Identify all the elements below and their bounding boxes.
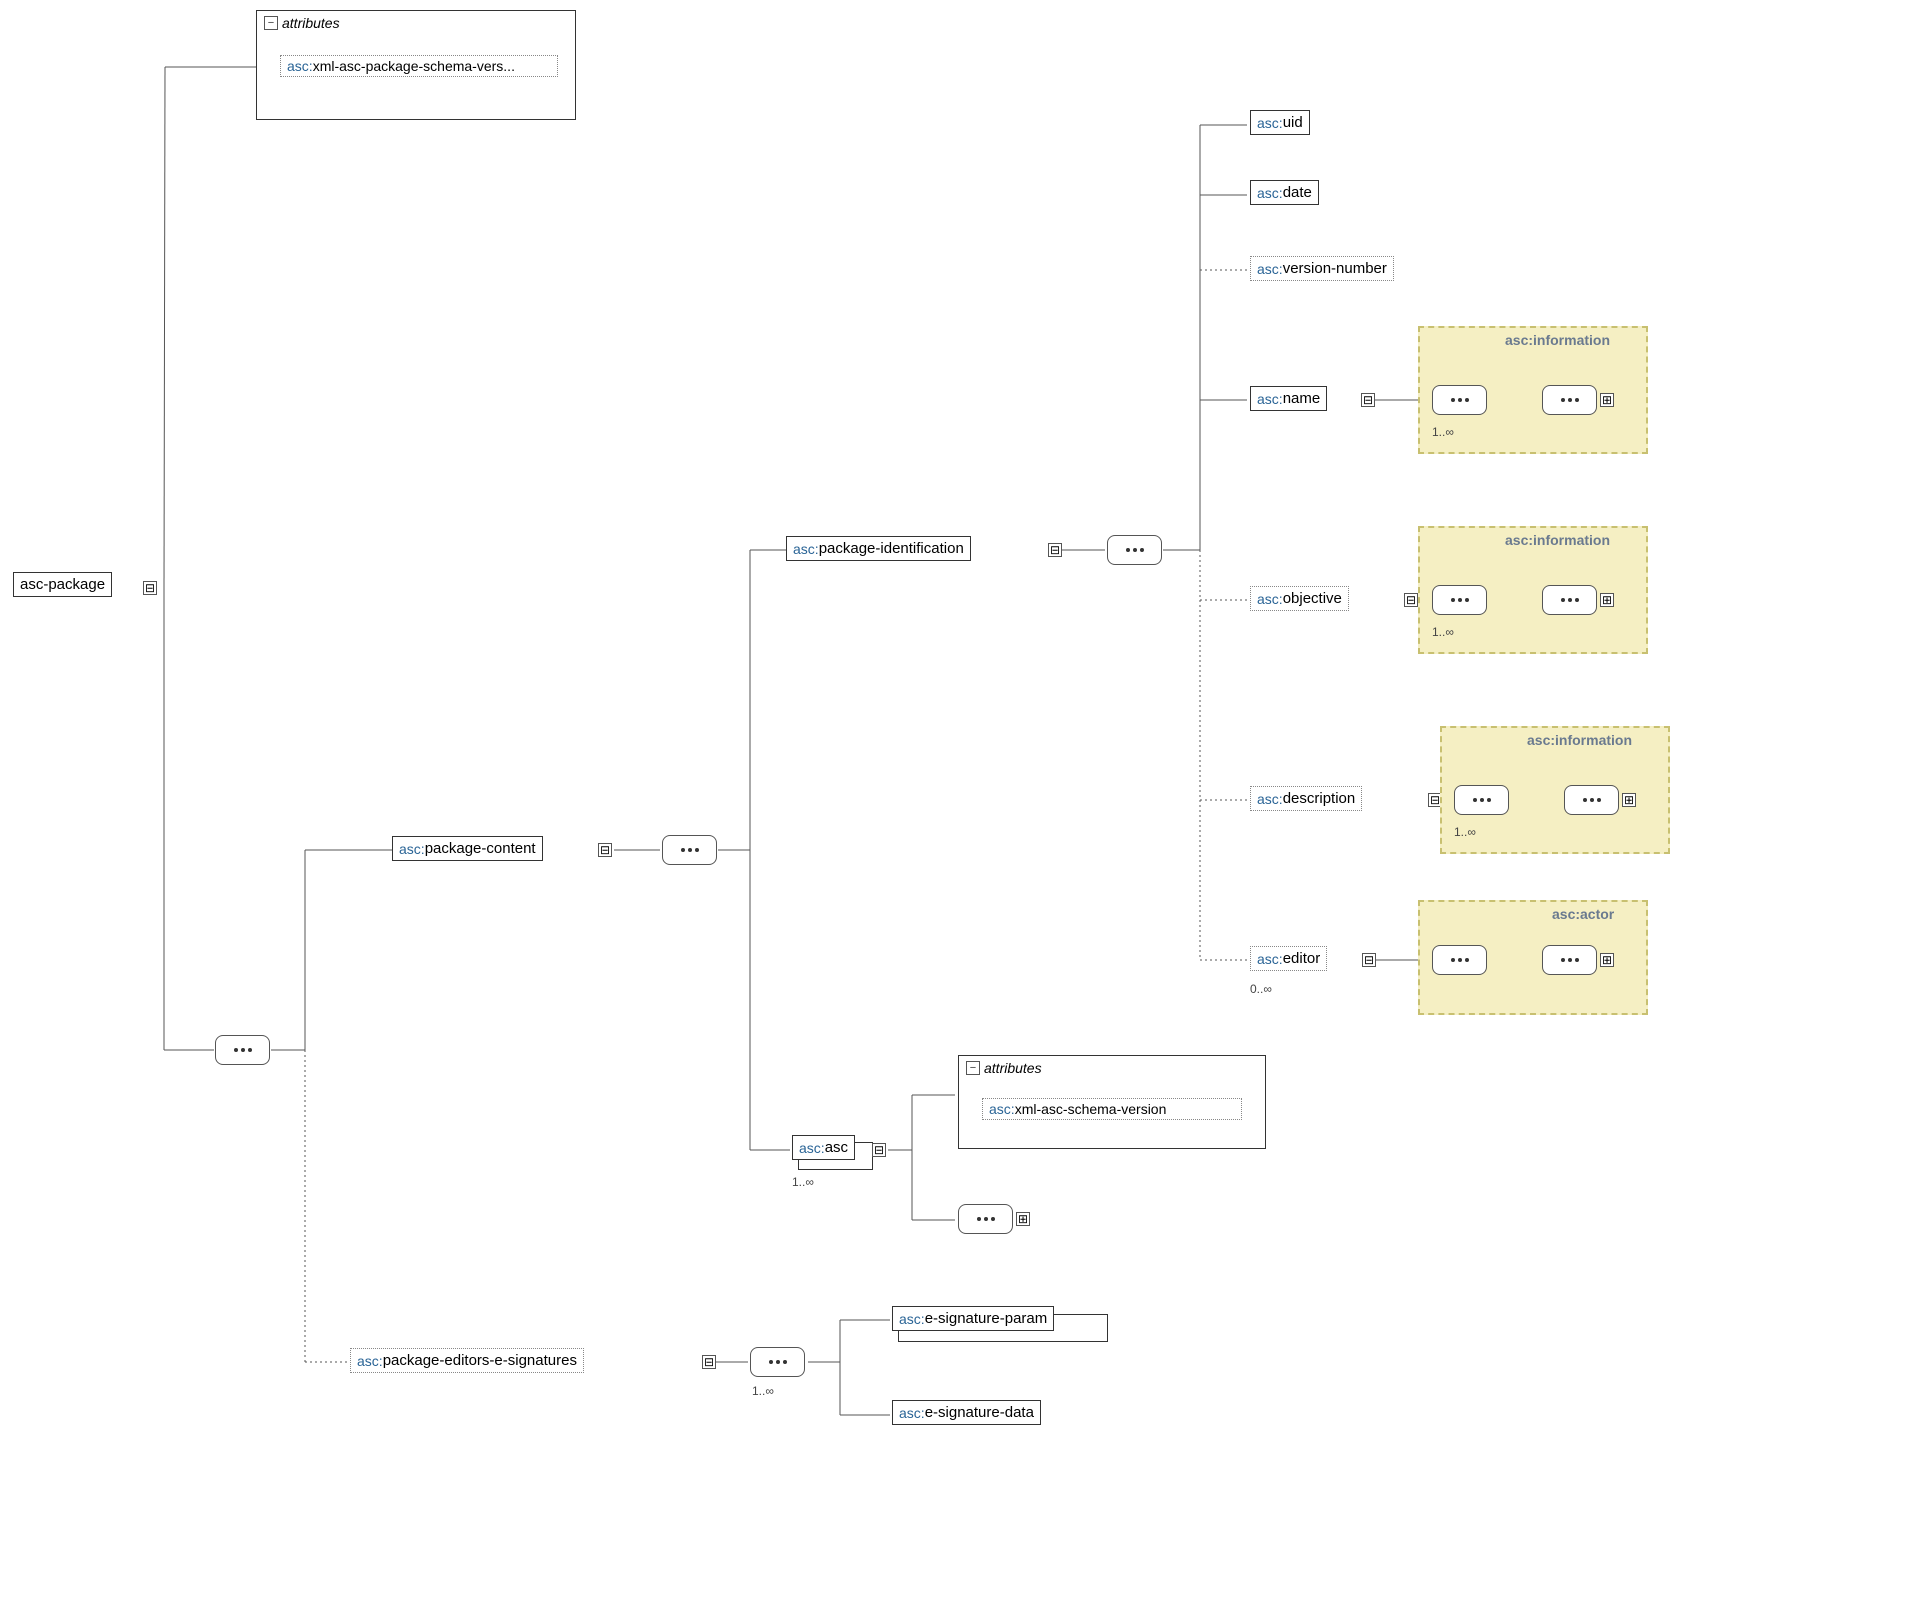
sequence-info2b	[1542, 585, 1597, 615]
expand-icon[interactable]: ⊟	[1404, 593, 1418, 607]
sequence-main	[215, 1035, 270, 1065]
prefix: asc:	[989, 1101, 1015, 1117]
sequence-info2	[1432, 585, 1487, 615]
expand-icon[interactable]: ⊟	[1048, 543, 1062, 557]
prefix: asc:	[1257, 391, 1283, 407]
prefix: asc:	[1257, 591, 1283, 607]
prefix: asc:	[1257, 261, 1283, 277]
sequence-asc-child	[958, 1204, 1013, 1234]
card-info1: 1..∞	[1432, 425, 1454, 439]
card-asc: 1..∞	[792, 1175, 814, 1189]
expand-icon[interactable]: ⊟	[598, 843, 612, 857]
attributes-title-1: attributes	[282, 15, 340, 31]
prefix: asc:	[399, 841, 425, 857]
node-package-content: asc:package-content	[392, 836, 543, 861]
label-editor: editor	[1283, 950, 1321, 967]
prefix: asc:	[1257, 791, 1283, 807]
node-date: asc:date	[1250, 180, 1319, 205]
node-e-signature-data: asc:e-signature-data	[892, 1400, 1041, 1425]
sequence-info1b	[1542, 385, 1597, 415]
expand-icon[interactable]: ⊞	[1016, 1212, 1030, 1226]
sequence-content	[662, 835, 717, 865]
info-label-actor: asc:actor	[1552, 906, 1614, 922]
label-name: name	[1283, 390, 1321, 407]
expand-icon[interactable]: ⊟	[143, 581, 157, 595]
label-asc: asc	[825, 1139, 848, 1156]
info-label-3: asc:information	[1527, 732, 1632, 748]
label-package-editors-e-signatures: package-editors-e-signatures	[383, 1352, 577, 1369]
attr-item-2: asc:xml-asc-schema-version	[982, 1098, 1242, 1120]
label-description: description	[1283, 790, 1356, 807]
prefix: asc:	[899, 1405, 925, 1421]
prefix: asc:	[287, 58, 313, 74]
label-asc-package: asc-package	[20, 576, 105, 593]
collapse-icon[interactable]: −	[264, 16, 278, 30]
label-e-signature-param: e-signature-param	[925, 1310, 1048, 1327]
attr-item-1-text: xml-asc-package-schema-vers...	[313, 58, 515, 74]
expand-icon[interactable]: ⊞	[1600, 953, 1614, 967]
label-objective: objective	[1283, 590, 1342, 607]
card-sig: 1..∞	[752, 1384, 774, 1398]
card-editor: 0..∞	[1250, 982, 1272, 996]
node-name: asc:name	[1250, 386, 1327, 411]
prefix: asc:	[799, 1140, 825, 1156]
sequence-info3	[1454, 785, 1509, 815]
expand-icon[interactable]: ⊞	[1600, 593, 1614, 607]
card-info2: 1..∞	[1432, 625, 1454, 639]
node-e-signature-param: asc:e-signature-param	[892, 1306, 1054, 1331]
attr-item-2-text: xml-asc-schema-version	[1015, 1101, 1167, 1117]
prefix: asc:	[1257, 951, 1283, 967]
node-version-number: asc:version-number	[1250, 256, 1394, 281]
expand-icon[interactable]: ⊟	[1361, 393, 1375, 407]
card-info3: 1..∞	[1454, 825, 1476, 839]
prefix: asc:	[357, 1353, 383, 1369]
sequence-actor	[1432, 945, 1487, 975]
label-package-identification: package-identification	[819, 540, 964, 557]
info-label-2: asc:information	[1505, 532, 1610, 548]
node-package-identification: asc:package-identification	[786, 536, 971, 561]
node-objective: asc:objective	[1250, 586, 1349, 611]
prefix: asc:	[899, 1311, 925, 1327]
label-uid: uid	[1283, 114, 1303, 131]
prefix: asc:	[1257, 115, 1283, 131]
info-label-1: asc:information	[1505, 332, 1610, 348]
sequence-info3b	[1564, 785, 1619, 815]
label-e-signature-data: e-signature-data	[925, 1404, 1034, 1421]
expand-icon[interactable]: ⊞	[1622, 793, 1636, 807]
sequence-sig	[750, 1347, 805, 1377]
expand-icon[interactable]: ⊞	[1600, 393, 1614, 407]
label-version-number: version-number	[1283, 260, 1387, 277]
node-description: asc:description	[1250, 786, 1362, 811]
expand-icon[interactable]: ⊟	[702, 1355, 716, 1369]
expand-icon[interactable]: ⊟	[872, 1143, 886, 1157]
attributes-title-2: attributes	[984, 1060, 1042, 1076]
prefix: asc:	[1257, 185, 1283, 201]
collapse-icon[interactable]: −	[966, 1061, 980, 1075]
node-asc: asc:asc	[792, 1135, 855, 1160]
sequence-info1	[1432, 385, 1487, 415]
node-editor: asc:editor	[1250, 946, 1327, 971]
expand-icon[interactable]: ⊟	[1362, 953, 1376, 967]
sequence-identification	[1107, 535, 1162, 565]
node-package-editors-e-signatures: asc:package-editors-e-signatures	[350, 1348, 584, 1373]
sequence-actorb	[1542, 945, 1597, 975]
prefix: asc:	[793, 541, 819, 557]
node-uid: asc:uid	[1250, 110, 1310, 135]
label-date: date	[1283, 184, 1312, 201]
attr-item-1: asc:xml-asc-package-schema-vers...	[280, 55, 558, 77]
node-asc-package: asc-package	[13, 572, 112, 597]
label-package-content: package-content	[425, 840, 536, 857]
